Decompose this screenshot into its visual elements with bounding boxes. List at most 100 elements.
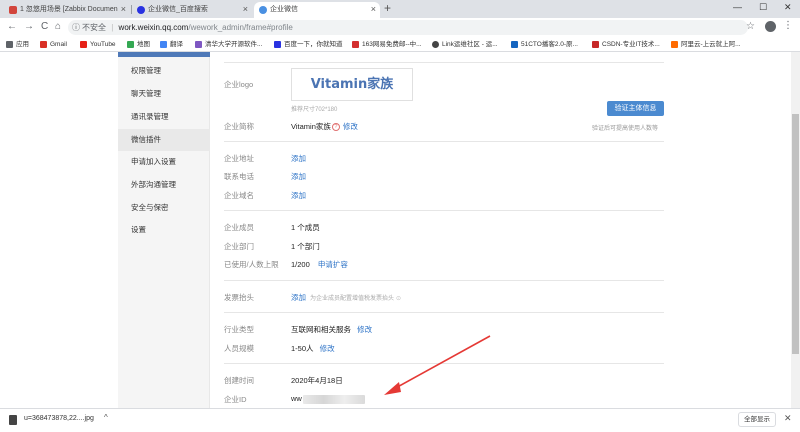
close-window-button[interactable]: ✕ [784,2,792,13]
new-tab-button[interactable]: + [384,1,391,15]
tab-title: 企业微信 [270,6,298,13]
tab-zabbix[interactable]: 1 忽悠用场景 [Zabbix Documen × [4,2,130,18]
bookmark-csdn[interactable]: CSDN-专业IT技术... [592,39,660,50]
back-button[interactable]: ← [7,21,17,32]
menu-dots-icon[interactable]: ⋮ [783,20,793,31]
bookmark-label: 51CTO播客2.0-原... [521,41,578,48]
request-expansion-link[interactable]: 申请扩容 [318,260,348,269]
info-circle-icon: ⊙ [396,296,402,302]
edit-short-name-link[interactable]: 修改 [343,122,358,131]
sidebar-item-external-communication[interactable]: 外部沟通管理 [118,174,210,196]
bookmark-tsinghua[interactable]: 清华大学开源软件... [195,39,262,50]
edit-scale-link[interactable]: 修改 [320,344,335,353]
add-address-link[interactable]: 添加 [291,153,306,164]
scale-row: 1-50人 修改 [291,343,335,354]
url-host: work.weixin.qq.com [118,23,189,32]
bookmark-baidu[interactable]: 百度一下，你就知道 [274,39,343,50]
sidebar-item-permissions[interactable]: 权限管理 [118,60,210,82]
scale-label: 人员规模 [224,344,254,353]
minimize-button[interactable]: — [733,2,742,12]
bookmark-163mail[interactable]: 163网易免费邮--中... [352,39,422,50]
bookmark-link-community[interactable]: Link运维社区 - 运... [432,39,498,50]
divider [224,141,664,142]
close-tab-icon[interactable]: × [371,2,376,17]
maximize-button[interactable]: ☐ [759,2,767,13]
verify-entity-button[interactable]: 验证主体信息 [607,101,664,116]
company-logo[interactable]: Vitamin家族 [291,68,413,101]
help-icon[interactable]: ? [331,123,340,132]
bookmark-translate[interactable]: 翻译 [160,39,183,50]
scrollbar-thumb[interactable] [792,114,799,354]
capacity-row: 1/200 申请扩容 [291,259,348,270]
close-download-bar-button[interactable]: ✕ [784,413,792,424]
divider [224,210,664,211]
scale-value: 1-50人 [291,344,314,353]
invoice-hint: 为企业成员配置增值税发票抬头 [310,296,395,302]
page-content: 权限管理 聊天管理 通讯录管理 微信插件 申请加入设置 外部沟通管理 安全与保密… [0,52,800,408]
departments-label: 企业部门 [224,242,254,251]
bookmark-label: YouTube [90,41,116,48]
bookmark-label: 阿里云-上云就上阿... [681,41,741,48]
invoice-label: 发票抬头 [224,293,254,302]
security-label: 不安全 [82,23,106,32]
bookmark-apps[interactable]: 应用 [6,39,29,50]
sidebar-accent-bar [118,52,210,57]
close-tab-icon[interactable]: × [243,2,248,17]
corp-id-masked [302,394,365,404]
add-invoice-link[interactable]: 添加 [291,293,306,302]
bookmark-51cto[interactable]: 51CTO播客2.0-原... [511,39,578,50]
bookmark-label: 地图 [137,41,150,48]
domain-label: 企业域名 [224,191,254,200]
profile-panel: 企业logo Vitamin家族 推荐尺寸702*180 验证主体信息 验证后可… [210,52,664,408]
sidebar-item-chat-management[interactable]: 聊天管理 [118,83,210,105]
bookmark-aliyun[interactable]: 阿里云-上云就上阿... [671,39,741,50]
close-tab-icon[interactable]: × [121,2,126,17]
account-avatar[interactable] [765,21,776,32]
wework-favicon-icon [259,6,267,14]
bookmark-label: 百度一下，你就知道 [284,41,343,48]
chevron-up-icon[interactable]: ^ [104,413,108,422]
show-all-button[interactable]: 全部显示 [738,412,776,427]
baidu-paw-icon [137,6,145,14]
tab-wework[interactable]: 企业微信 × [254,2,380,18]
gmail-icon [40,41,47,48]
bookmark-label: 应用 [16,41,29,48]
page-scrollbar[interactable] [791,52,800,408]
add-phone-link[interactable]: 添加 [291,171,306,182]
bookmarks-bar: 应用 Gmail YouTube 地图 翻译 清华大学开源软件... 百度一下，… [0,37,800,52]
forward-button[interactable]: → [24,21,34,32]
bookmark-star-icon[interactable]: ☆ [746,21,755,32]
industry-value: 互联网和相关服务 [291,325,351,334]
download-filename[interactable]: u=368473878,22....jpg [24,415,94,422]
bookmark-gmail[interactable]: Gmail [40,39,67,50]
bookmark-label: 163网易免费邮--中... [362,41,422,48]
add-domain-link[interactable]: 添加 [291,190,306,201]
phone-label: 联系电话 [224,172,254,181]
netease-icon [352,41,359,48]
tab-baidu-search[interactable]: 企业微信_百度搜索 × [132,2,252,18]
bookmark-label: Link运维社区 - 运... [442,41,498,48]
maps-icon [127,41,134,48]
tsinghua-icon [195,41,202,48]
sidebar-item-settings[interactable]: 设置 [118,219,210,241]
url-path: /wework_admin/frame#profile [188,23,293,32]
bookmark-youtube[interactable]: YouTube [80,39,116,50]
info-icon[interactable]: ⓘ [72,20,80,35]
link-community-icon [432,41,439,48]
zabbix-favicon-icon [9,6,17,14]
reload-button[interactable]: C [41,21,48,32]
sidebar-item-security[interactable]: 安全与保密 [118,197,210,219]
short-name-label: 企业简称 [224,122,254,131]
url-input[interactable]: ⓘ 不安全 | work.weixin.qq.com/wework_admin/… [68,20,748,35]
edit-industry-link[interactable]: 修改 [357,325,372,334]
home-button[interactable]: ⌂ [55,21,61,32]
download-bar: u=368473878,22....jpg ^ 全部显示 ✕ [0,408,800,432]
translate-icon [160,41,167,48]
bookmark-maps[interactable]: 地图 [127,39,150,50]
address-label: 企业地址 [224,154,254,163]
divider [224,62,664,63]
sidebar-item-contacts-management[interactable]: 通讯录管理 [118,106,210,128]
sidebar-item-wechat-plugin[interactable]: 微信插件 [118,129,210,151]
sidebar-item-join-settings[interactable]: 申请加入设置 [118,151,210,173]
bookmark-label: Gmail [50,41,67,48]
